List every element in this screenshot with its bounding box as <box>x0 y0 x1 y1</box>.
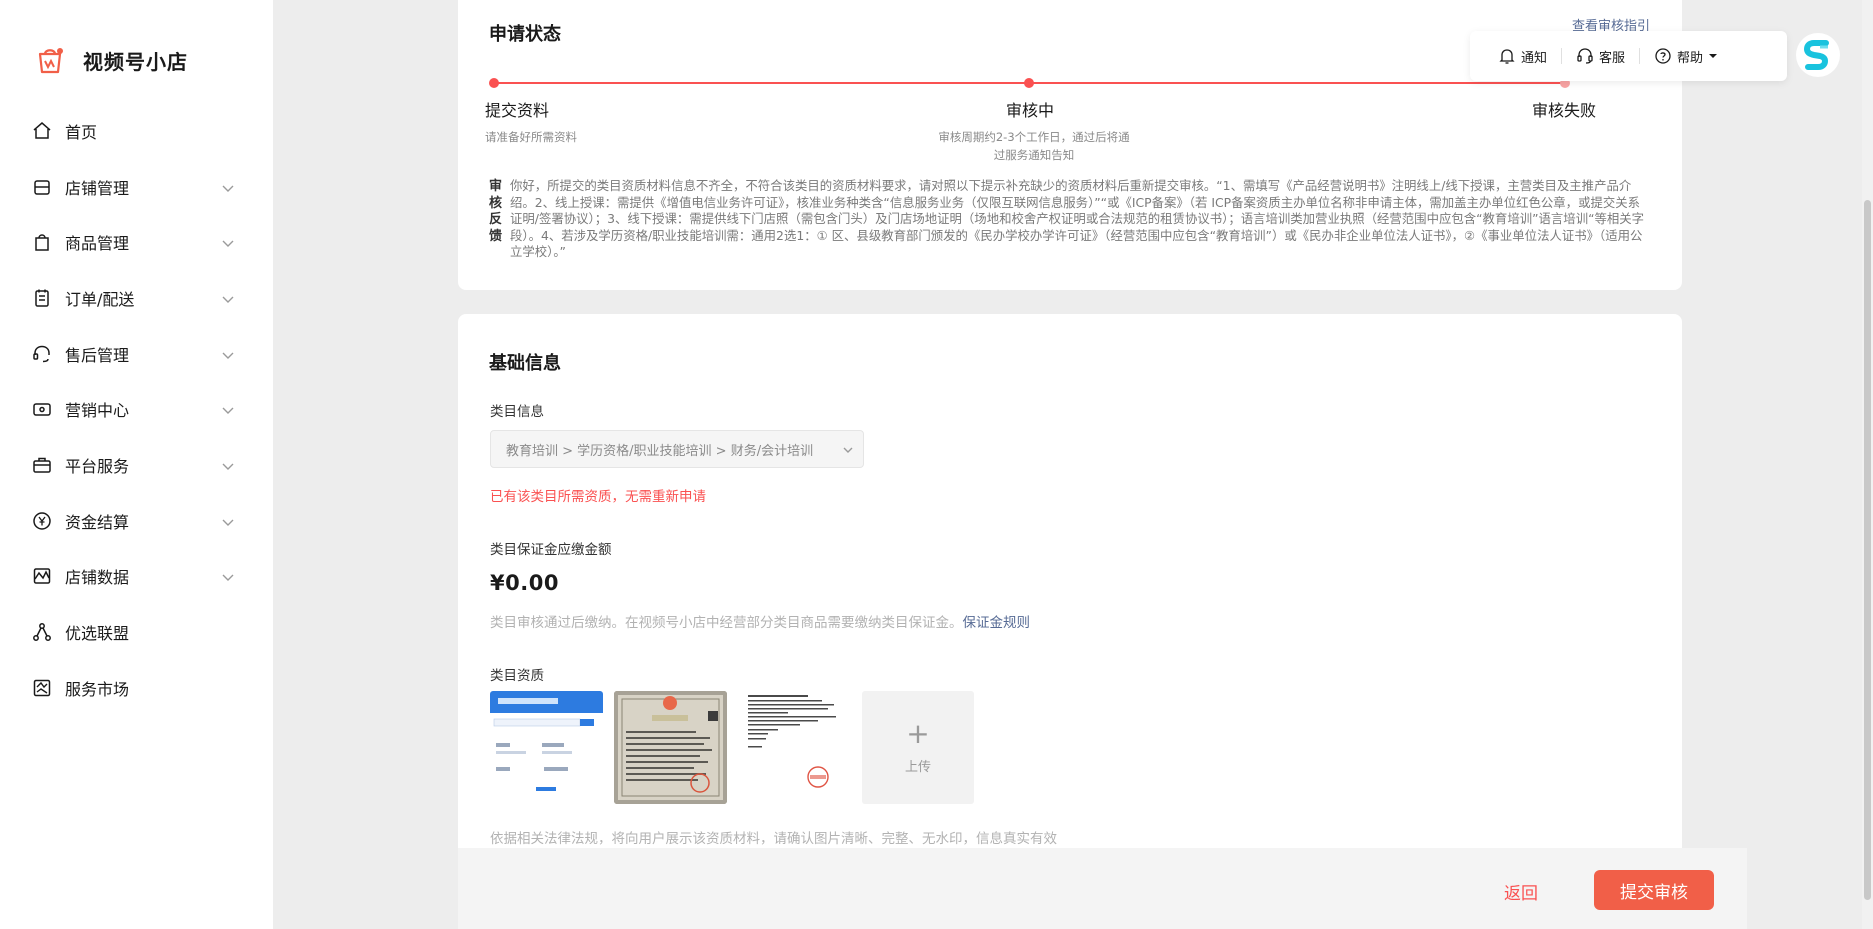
sidebar-item-label: 营销中心 <box>65 401 130 421</box>
help-label: 帮助 <box>1677 50 1704 66</box>
submit-review-button[interactable]: 提交审核 <box>1594 870 1714 910</box>
chevron-down-icon <box>221 458 235 472</box>
avatar[interactable] <box>1796 33 1840 77</box>
briefcase-icon <box>32 455 52 475</box>
notify-button[interactable]: 通知 <box>1470 47 1561 66</box>
step-sub-reviewing-2: 过服务通知告知 <box>993 148 1075 162</box>
sidebar-item-9[interactable]: 优选联盟 <box>0 604 273 660</box>
sidebar-item-label: 首页 <box>65 122 98 142</box>
deposit-amount: ¥0.00 <box>490 571 559 595</box>
top-toolbar: 通知 客服 帮助 <box>1470 31 1787 81</box>
headset-icon <box>1576 47 1594 65</box>
step-title-submitted: 提交资料 <box>485 101 550 120</box>
chart-icon <box>32 566 52 586</box>
chevron-down-icon <box>221 235 235 249</box>
chevron-down-icon <box>221 569 235 583</box>
chevron-down-icon <box>221 180 235 194</box>
category-select[interactable]: 教育培训 > 学历资格/职业技能培训 > 财务/会计培训 <box>490 430 864 468</box>
ticket-icon <box>32 399 52 419</box>
sidebar-item-7[interactable]: 资金结算 <box>0 493 273 549</box>
help-button[interactable]: 帮助 <box>1640 47 1732 66</box>
qualification-hint: 依据相关法律法规，将向用户展示该资质材料，请确认图片清晰、完整、无水印，信息真实… <box>490 831 1057 847</box>
basic-info-card: 基础信息 类目信息 教育培训 > 学历资格/职业技能培训 > 财务/会计培训 已… <box>458 314 1682 929</box>
sidebar-item-label: 资金结算 <box>65 512 130 532</box>
chevron-down-icon <box>221 514 235 528</box>
app-name: 视频号小店 <box>83 49 188 74</box>
deposit-hint-text: 类目审核通过后缴纳。在视频号小店中经营部分类目商品需要缴纳类目保证金。 <box>490 615 963 631</box>
scrollbar-thumb[interactable] <box>1864 200 1871 900</box>
chevron-down-icon <box>221 291 235 305</box>
category-warning: 已有该类目所需资质，无需重新申请 <box>490 489 706 505</box>
sidebar-item-8[interactable]: 店铺数据 <box>0 549 273 605</box>
sidebar-item-4[interactable]: 售后管理 <box>0 326 273 382</box>
sidebar-item-10[interactable]: 服务市场 <box>0 660 273 716</box>
step-sub-submitted: 请准备好所需资料 <box>485 130 577 144</box>
sidebar-item-3[interactable]: 订单/配送 <box>0 270 273 326</box>
step-dot-reviewing <box>1024 78 1034 88</box>
plus-icon: + <box>906 717 930 750</box>
sidebar-item-label: 订单/配送 <box>65 289 135 309</box>
yen-icon <box>32 511 52 531</box>
sidebar-item-label: 平台服务 <box>65 456 130 476</box>
chevron-down-icon <box>841 443 855 457</box>
upload-label: 上传 <box>904 760 931 775</box>
deposit-rule-link[interactable]: 保证金规则 <box>963 615 1031 631</box>
sidebar-item-1[interactable]: 店铺管理 <box>0 159 273 215</box>
bell-icon <box>1498 47 1516 65</box>
sidebar-item-0[interactable]: 首页 <box>0 103 273 159</box>
service-label: 客服 <box>1599 50 1626 66</box>
sidebar-item-label: 服务市场 <box>65 679 130 699</box>
notify-label: 通知 <box>1521 50 1548 66</box>
step-sub-reviewing-1: 审核周期约2-3个工作日，通过后将通 <box>938 130 1130 144</box>
page-scrollbar[interactable] <box>1862 0 1873 929</box>
status-title: 申请状态 <box>489 24 561 45</box>
step-dot-submitted <box>489 78 499 88</box>
basic-info-title: 基础信息 <box>489 353 561 374</box>
sidebar-item-label: 优选联盟 <box>65 624 130 644</box>
feedback-text: 你好，所提交的类目资质材料信息不齐全，不符合该类目的资质材料要求，请对照以下提示… <box>510 178 1645 259</box>
home-icon <box>32 121 52 141</box>
market-icon <box>32 678 52 698</box>
app-logo[interactable]: 视频号小店 <box>34 44 188 76</box>
shop-bag-icon <box>34 44 66 76</box>
sidebar-item-label: 店铺管理 <box>65 178 130 198</box>
bag-icon <box>32 232 52 252</box>
chevron-down-icon <box>221 347 235 361</box>
qualification-image-2[interactable] <box>614 691 727 804</box>
order-icon <box>32 288 52 308</box>
deposit-label: 类目保证金应缴金额 <box>490 542 612 558</box>
category-label: 类目信息 <box>490 404 544 420</box>
sidebar-item-2[interactable]: 商品管理 <box>0 214 273 270</box>
back-button[interactable]: 返回 <box>1504 879 1538 904</box>
upload-button[interactable]: + 上传 <box>862 691 974 804</box>
feedback-label: 审核反馈 <box>489 179 503 244</box>
chevron-down-icon <box>221 402 235 416</box>
sidebar-nav: 首页店铺管理商品管理订单/配送售后管理营销中心平台服务资金结算店铺数据优选联盟服… <box>0 103 273 716</box>
bottom-action-bar <box>458 848 1747 929</box>
deposit-hint: 类目审核通过后缴纳。在视频号小店中经营部分类目商品需要缴纳类目保证金。保证金规则 <box>490 611 1030 631</box>
qualification-label: 类目资质 <box>490 668 544 684</box>
network-icon <box>32 622 52 642</box>
caret-down-icon <box>1708 47 1718 65</box>
sidebar-item-label: 售后管理 <box>65 345 130 365</box>
store-icon <box>32 177 52 197</box>
qualification-image-3[interactable] <box>738 691 851 804</box>
help-icon <box>1654 47 1672 65</box>
sidebar-item-label: 商品管理 <box>65 234 130 254</box>
sidebar: 视频号小店 首页店铺管理商品管理订单/配送售后管理营销中心平台服务资金结算店铺数… <box>0 0 273 929</box>
qualification-image-1[interactable] <box>490 691 603 804</box>
sidebar-item-6[interactable]: 平台服务 <box>0 437 273 493</box>
sidebar-item-label: 店铺数据 <box>65 568 130 588</box>
service-button[interactable]: 客服 <box>1562 47 1639 66</box>
sidebar-item-5[interactable]: 营销中心 <box>0 381 273 437</box>
step-title-failed: 审核失败 <box>1532 101 1597 120</box>
step-title-reviewing: 审核中 <box>1006 101 1055 120</box>
category-select-value: 教育培训 > 学历资格/职业技能培训 > 财务/会计培训 <box>506 443 814 459</box>
headset-icon <box>32 344 52 364</box>
